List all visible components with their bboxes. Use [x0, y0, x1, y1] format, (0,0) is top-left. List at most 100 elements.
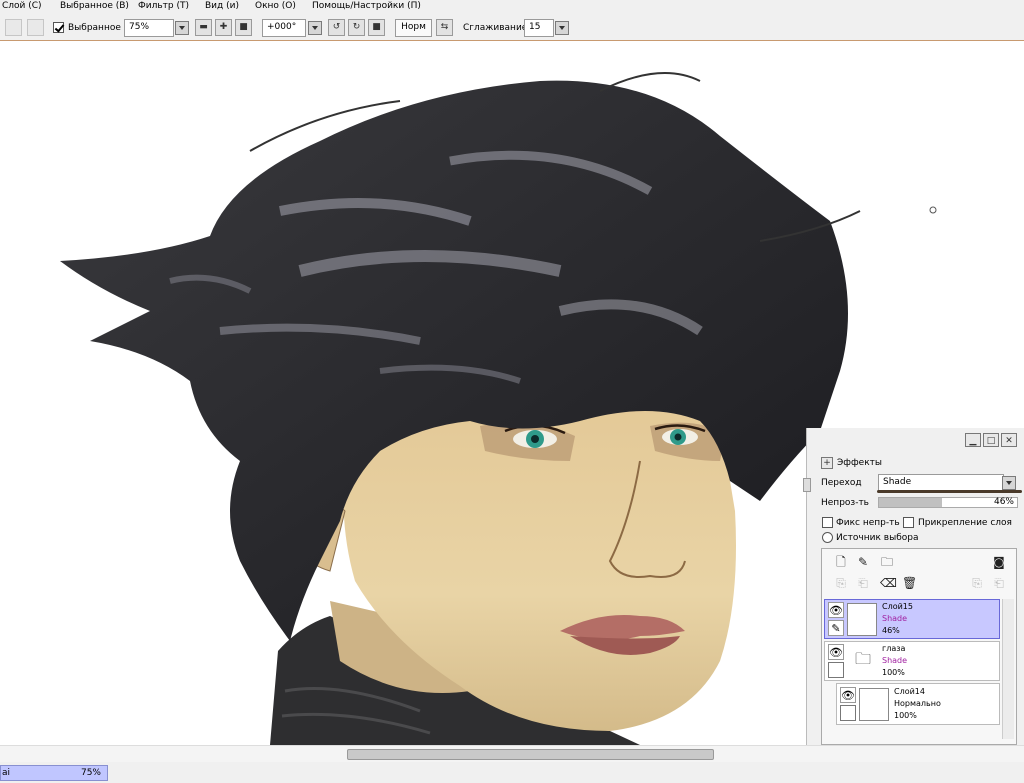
layer-opacity: 100%: [882, 668, 905, 677]
zoom-in-button[interactable]: ✚: [215, 19, 232, 36]
blend-mode-label: Переход: [821, 478, 862, 488]
blend-mode-select[interactable]: Shade: [878, 474, 1004, 491]
flip-horizontal-button[interactable]: ⇆: [436, 19, 453, 36]
new-layer-icon[interactable]: 🗋: [834, 555, 848, 569]
normal-button-label: Норм: [401, 22, 426, 32]
layer-lock-box[interactable]: [828, 662, 844, 678]
layer-name: глаза: [882, 644, 906, 653]
toolbar: Выбранное 75% ▬ ✚ ■ +000° ↺ ↻ ■ Норм ⇆ С…: [0, 14, 1024, 41]
layer-thumbnail: [847, 603, 877, 636]
status-left-text: ai: [2, 768, 11, 778]
effects-expand-button[interactable]: +: [821, 457, 833, 469]
maximize-icon: □: [986, 436, 996, 446]
delete-layer-icon[interactable]: 🗑: [902, 576, 917, 590]
menu-help-settings[interactable]: Помощь/Настройки (П): [312, 1, 421, 11]
minimize-icon: ▁: [969, 436, 977, 446]
layer-opacity: 100%: [894, 711, 917, 720]
copy-layer-icon[interactable]: ⎘: [970, 576, 984, 590]
menu-filter[interactable]: Фильтр (Т): [138, 1, 189, 11]
normal-view-button[interactable]: Норм: [395, 19, 432, 37]
paste-layer-icon[interactable]: ⎗: [992, 576, 1006, 590]
blend-mode-value: Shade: [883, 477, 912, 487]
menu-bar: Слой (С) Выбранное (В) Фильтр (Т) Вид (и…: [0, 0, 1024, 14]
merge-down-icon[interactable]: ⎗: [856, 576, 870, 590]
clipping-checkbox[interactable]: [903, 517, 914, 528]
panel-maximize-button[interactable]: □: [983, 433, 999, 447]
square-icon: ■: [239, 22, 248, 32]
eye-icon[interactable]: 👁: [828, 644, 844, 660]
layer-blend-mode: Shade: [882, 614, 908, 623]
panel-resize-handle[interactable]: [803, 478, 811, 492]
horizontal-scrollbar[interactable]: [0, 745, 1024, 762]
rotation-field[interactable]: +000°: [262, 19, 306, 37]
rotate-left-button[interactable]: ↺: [328, 19, 345, 36]
zoom-value: 75%: [129, 22, 150, 32]
layer-thumbnail: [859, 688, 889, 721]
minus-icon: ▬: [199, 22, 208, 32]
panel-close-button[interactable]: ✕: [1001, 433, 1017, 447]
zoom-dropdown-icon[interactable]: [175, 21, 189, 35]
layer-opacity: 46%: [882, 626, 900, 635]
selection-check-label: Выбранное: [68, 23, 121, 33]
preserve-opacity-label: Фикс непр-ть: [836, 518, 900, 528]
rotation-dropdown-icon[interactable]: [308, 21, 322, 35]
layer-list: 🗋 ✎ 🗀 ◙ ⎘ ⎗ ⌫ 🗑 ⎘ ⎗ 👁 ✎ Слой15 Shade 46%…: [821, 548, 1017, 745]
zoom-reset-button[interactable]: ■: [235, 19, 252, 36]
layer-blend-mode: Shade: [882, 656, 908, 665]
eye-icon[interactable]: 👁: [828, 602, 844, 618]
opacity-slider-fill: [879, 498, 943, 507]
deselect-button[interactable]: [27, 19, 44, 36]
layer-row[interactable]: 👁 🗀 глаза Shade 100%: [824, 641, 1000, 681]
eye-icon[interactable]: 👁: [840, 687, 856, 703]
opacity-slider[interactable]: 46%: [878, 497, 1018, 508]
layer-name: Слой14: [894, 687, 925, 696]
zoom-out-button[interactable]: ▬: [195, 19, 212, 36]
menu-view[interactable]: Вид (и): [205, 1, 239, 11]
layer-row[interactable]: 👁 Слой14 Нормально 100%: [836, 683, 1000, 725]
smoothing-value: 15: [529, 22, 541, 32]
layer-blend-mode: Нормально: [894, 699, 941, 708]
new-linework-layer-icon[interactable]: ✎: [856, 555, 870, 569]
rotation-value: +000°: [267, 22, 297, 32]
rotate-right-icon: ↻: [352, 22, 361, 32]
close-icon: ✕: [1005, 436, 1013, 446]
select-all-button[interactable]: [5, 19, 22, 36]
smoothing-label: Сглаживание: [463, 23, 528, 33]
panel-minimize-button[interactable]: ▁: [965, 433, 981, 447]
rotation-reset-button[interactable]: ■: [368, 19, 385, 36]
panel-divider: [877, 490, 1022, 493]
menu-layer[interactable]: Слой (С): [2, 1, 42, 11]
selection-source-radio[interactable]: [822, 532, 833, 543]
clipping-label: Прикрепление слоя: [918, 518, 1012, 528]
square-icon: ■: [372, 22, 381, 32]
blend-mode-dropdown-icon[interactable]: [1002, 476, 1016, 490]
menu-window[interactable]: Окно (О): [255, 1, 296, 11]
preserve-opacity-checkbox[interactable]: [822, 517, 833, 528]
layer-row[interactable]: 👁 ✎ Слой15 Shade 46%: [824, 599, 1000, 639]
selection-source-label: Источник выбора: [836, 533, 919, 543]
new-folder-icon[interactable]: 🗀: [880, 555, 894, 569]
smoothing-field[interactable]: 15: [524, 19, 554, 37]
layer-panel: ▁ □ ✕ + Эффекты Переход Shade Непроз-ть …: [806, 428, 1024, 745]
layer-list-scrollbar[interactable]: [1002, 599, 1014, 739]
rotate-right-button[interactable]: ↻: [348, 19, 365, 36]
zoom-field[interactable]: 75%: [124, 19, 174, 37]
menu-selection[interactable]: Выбранное (В): [60, 1, 129, 11]
plus-icon: ✚: [219, 22, 228, 32]
mask-icon[interactable]: ◙: [992, 555, 1006, 569]
brush-icon[interactable]: ✎: [828, 620, 844, 636]
smoothing-dropdown-icon[interactable]: [555, 21, 569, 35]
layer-name: Слой15: [882, 602, 913, 611]
selection-checkbox[interactable]: [53, 22, 64, 33]
transfer-down-icon[interactable]: ⎘: [834, 576, 848, 590]
status-zoom-indicator: ai 75%: [0, 765, 108, 781]
status-bar: ai 75%: [0, 762, 1024, 783]
folder-icon: 🗀: [854, 649, 871, 668]
opacity-value: 46%: [993, 497, 1014, 507]
clear-layer-icon[interactable]: ⌫: [880, 576, 897, 590]
rotate-left-icon: ↺: [332, 22, 341, 32]
layer-lock-box[interactable]: [840, 705, 856, 721]
flip-icon: ⇆: [440, 22, 449, 32]
horizontal-scroll-thumb[interactable]: [347, 749, 714, 760]
status-zoom-text: 75%: [80, 768, 101, 778]
